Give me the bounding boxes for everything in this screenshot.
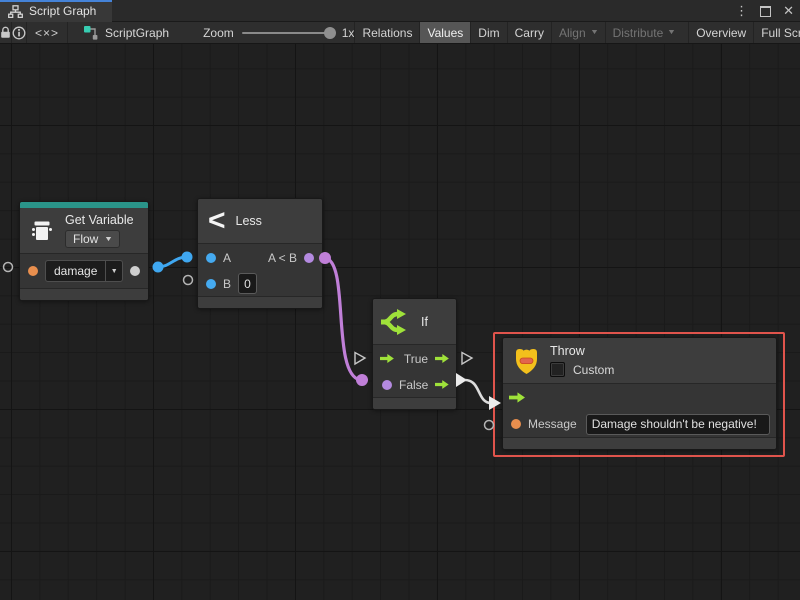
flow-output-true-port[interactable]: [435, 353, 449, 364]
wire-endpoint[interactable]: [182, 252, 193, 263]
condition-input-port[interactable]: [382, 380, 392, 390]
wire-endpoint[interactable]: [153, 262, 164, 273]
node-footer: [198, 296, 322, 308]
flow-wire-start[interactable]: [456, 373, 467, 387]
zoom-value: 1x: [342, 26, 355, 40]
input-port-a[interactable]: [206, 253, 216, 263]
wire-less-to-if[interactable]: [325, 258, 360, 380]
node-get-variable[interactable]: Get Variable Flow ▼ damage ▼: [19, 201, 149, 301]
port-label: True: [404, 352, 428, 366]
graph-hierarchy-icon: [8, 5, 23, 18]
script-graph-icon: [83, 25, 98, 40]
graph-breadcrumb[interactable]: ScriptGraph: [83, 22, 169, 43]
value-output-port[interactable]: [28, 266, 38, 276]
close-icon[interactable]: ✕: [783, 3, 794, 19]
flow-input-port[interactable]: [380, 353, 394, 364]
port-label: A < B: [268, 251, 297, 265]
overview-button[interactable]: Overview: [688, 22, 753, 43]
lock-icon: [0, 26, 11, 39]
throw-shield-icon: [513, 346, 540, 376]
full-screen-button[interactable]: Full Screen: [753, 22, 800, 43]
variable-crate-icon: [29, 218, 55, 244]
value-output-port[interactable]: [130, 266, 140, 276]
values-toggle[interactable]: Values: [419, 22, 470, 43]
node-footer: [503, 437, 776, 449]
chevron-down-icon: ▼: [104, 236, 113, 243]
carry-toggle[interactable]: Carry: [507, 22, 551, 43]
wire-damage-to-a[interactable]: [158, 257, 187, 267]
more-icon[interactable]: ⋮: [735, 3, 748, 19]
graph-name: ScriptGraph: [105, 26, 169, 40]
tab-script-graph[interactable]: Script Graph: [0, 0, 112, 22]
chevron-down-icon: ▼: [590, 29, 599, 36]
chevron-down-icon: ▼: [667, 29, 676, 36]
flow-wire-arrowhead[interactable]: [489, 396, 501, 410]
node-less[interactable]: < Less A A < B B: [197, 198, 323, 309]
unconnected-port-circle[interactable]: [184, 276, 193, 285]
port-label: False: [399, 378, 428, 392]
node-throw[interactable]: Throw Custom Message: [502, 337, 777, 450]
node-title: Get Variable: [65, 213, 134, 227]
tab-title: Script Graph: [29, 4, 96, 18]
unconnected-port-circle[interactable]: [4, 263, 13, 272]
zoom-slider-thumb[interactable]: [324, 27, 336, 39]
distribute-dropdown[interactable]: Distribute ▼: [605, 22, 683, 43]
flow-output-false-port[interactable]: [435, 379, 449, 390]
variable-name-dropdown[interactable]: damage ▼: [45, 260, 123, 282]
lock-button[interactable]: [0, 22, 12, 43]
unconnected-flow-triangle[interactable]: [462, 353, 472, 365]
chevron-down-icon: ▼: [105, 261, 122, 281]
graph-canvas[interactable]: Get Variable Flow ▼ damage ▼ < Less A: [0, 44, 800, 600]
custom-checkbox[interactable]: [550, 362, 565, 377]
node-footer: [373, 397, 456, 409]
checkbox-label: Custom: [573, 363, 614, 377]
message-input-port[interactable]: [511, 419, 521, 429]
dim-toggle[interactable]: Dim: [470, 22, 506, 43]
node-if[interactable]: If True False: [372, 298, 457, 410]
node-title: If: [421, 315, 428, 329]
align-dropdown[interactable]: Align ▼: [551, 22, 605, 43]
window-tab-bar: Script Graph ⋮ ✕: [0, 0, 800, 22]
branch-icon: [381, 308, 411, 336]
port-label: A: [223, 251, 231, 265]
graph-toolbar: <×> ScriptGraph Zoom 1x Relations Values…: [0, 22, 800, 44]
port-label: B: [223, 277, 231, 291]
node-title: Less: [236, 214, 262, 228]
message-field[interactable]: [586, 414, 770, 435]
node-footer: [20, 288, 148, 300]
relations-toggle[interactable]: Relations: [354, 22, 419, 43]
variable-kind-dropdown[interactable]: Flow ▼: [65, 230, 120, 248]
input-port-b[interactable]: [206, 279, 216, 289]
zoom-label: Zoom: [203, 26, 234, 40]
inspect-button[interactable]: [12, 22, 27, 43]
port-label: Message: [528, 417, 577, 431]
wire-false-to-throw[interactable]: [465, 380, 491, 403]
info-icon: [12, 26, 26, 40]
unconnected-port-circle[interactable]: [485, 421, 494, 430]
output-port-result[interactable]: [304, 253, 314, 263]
wire-endpoint[interactable]: [356, 374, 368, 386]
b-value-field[interactable]: [238, 273, 257, 294]
maximize-icon[interactable]: [760, 6, 771, 17]
unconnected-flow-triangle[interactable]: [355, 353, 365, 365]
code-view-button[interactable]: <×>: [27, 22, 68, 43]
flow-input-port[interactable]: [509, 392, 525, 403]
less-than-icon: <: [208, 208, 226, 234]
node-title: Throw: [550, 344, 585, 358]
zoom-slider[interactable]: [242, 32, 334, 34]
